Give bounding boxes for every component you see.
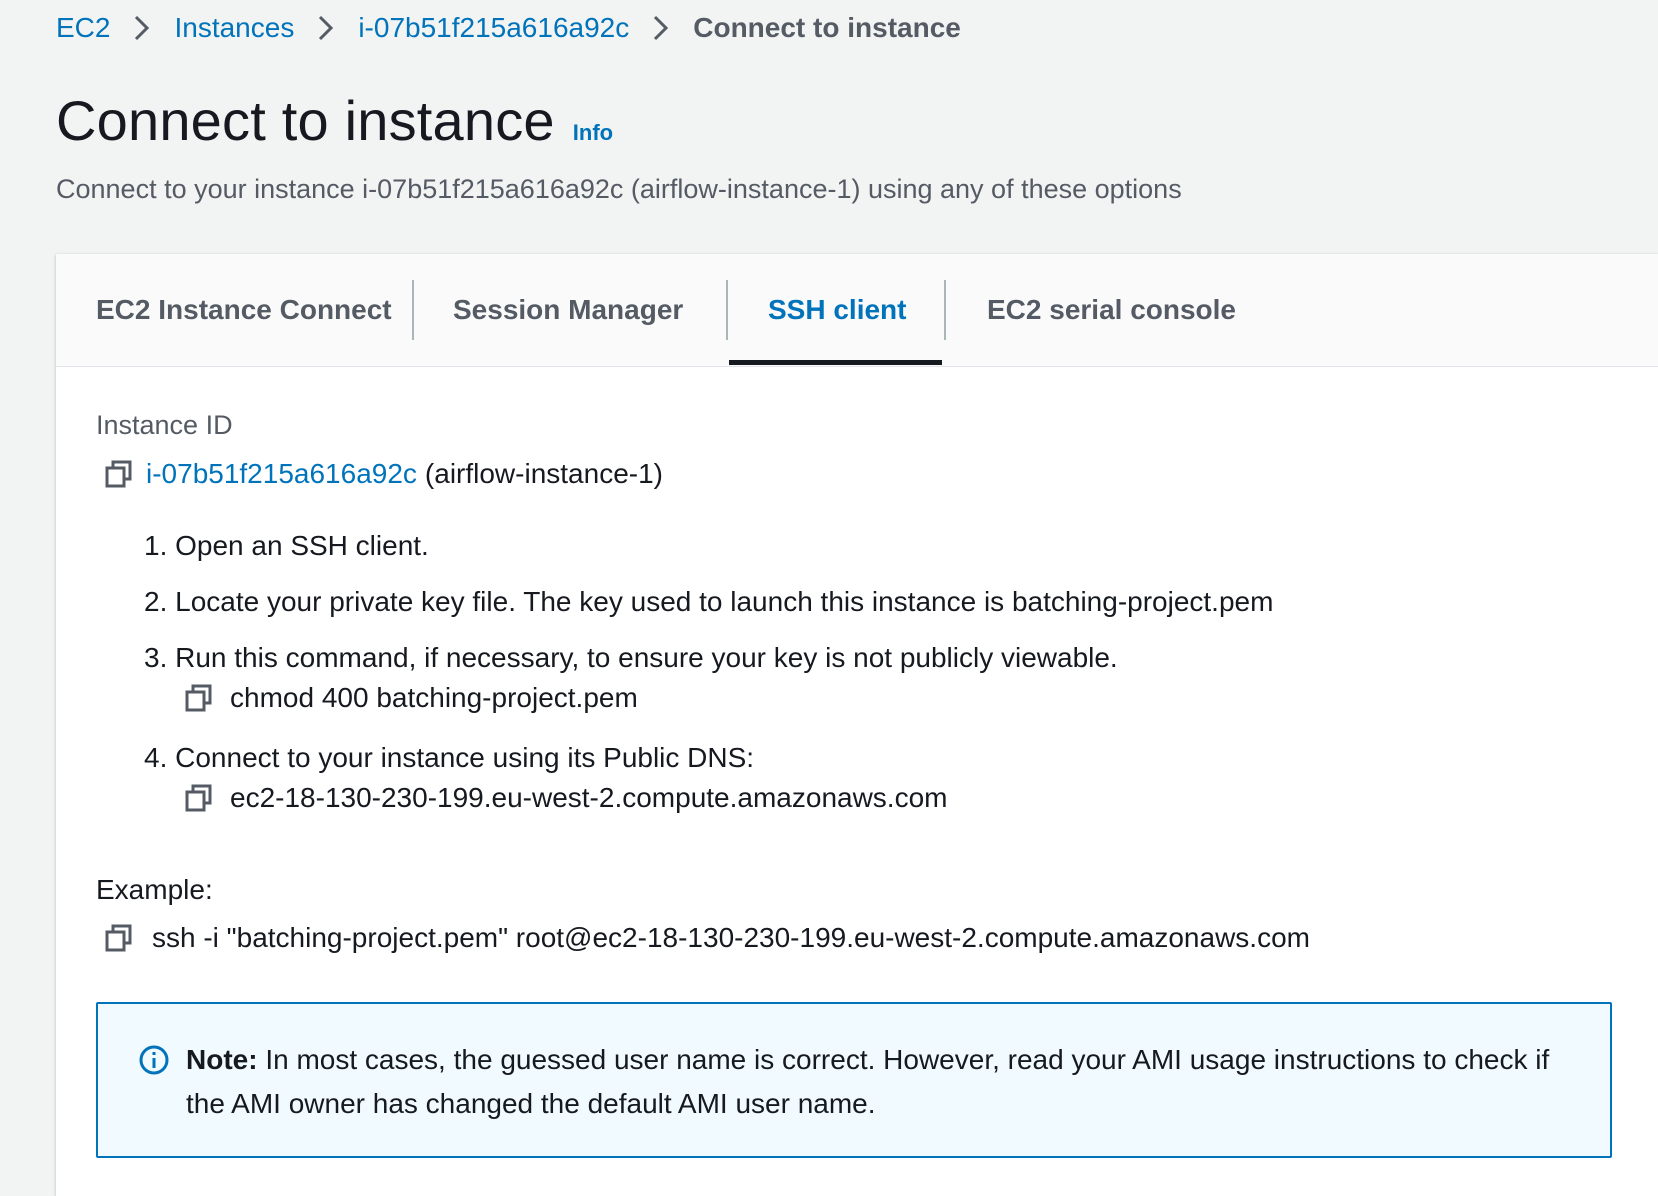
public-dns: ec2-18-130-230-199.eu-west-2.compute.ama… [230, 782, 948, 813]
info-circle-icon [138, 1044, 170, 1076]
instance-id-label: Instance ID [96, 410, 233, 440]
public-dns-row: ec2-18-130-230-199.eu-west-2.compute.ama… [184, 782, 948, 814]
breadcrumb: EC2 Instances i-07b51f215a616a92c Connec… [56, 8, 961, 48]
chevron-right-icon [629, 8, 693, 48]
step-2: 2. Locate your private key file. The key… [144, 586, 1274, 617]
tab-ec2-instance-connect[interactable]: EC2 Instance Connect [96, 254, 392, 366]
breadcrumb-instance-id[interactable]: i-07b51f215a616a92c [358, 12, 629, 44]
instance-id-row: i-07b51f215a616a92c (airflow-instance-1) [104, 458, 663, 490]
breadcrumb-instances[interactable]: Instances [174, 12, 294, 44]
chevron-right-icon [110, 8, 174, 48]
copy-icon[interactable] [184, 683, 214, 713]
active-tab-indicator [729, 360, 942, 365]
connect-panel: EC2 Instance Connect Session Manager SSH… [56, 254, 1658, 1196]
tab-divider [944, 280, 946, 340]
page-title: Connect to instance [56, 89, 555, 152]
page-header: Connect to instance Info [56, 88, 613, 153]
note-body: In most cases, the guessed user name is … [186, 1044, 1550, 1119]
tab-bar: EC2 Instance Connect Session Manager SSH… [56, 254, 1658, 367]
copy-icon[interactable] [104, 923, 134, 953]
copy-icon[interactable] [104, 459, 134, 489]
chmod-command: chmod 400 batching-project.pem [230, 682, 638, 713]
step-1: 1. Open an SSH client. [144, 530, 429, 561]
tab-session-manager[interactable]: Session Manager [453, 254, 683, 366]
step-4: 4. Connect to your instance using its Pu… [144, 742, 755, 773]
breadcrumb-ec2[interactable]: EC2 [56, 12, 110, 44]
page-subtitle: Connect to your instance i-07b51f215a616… [56, 174, 1182, 204]
example-command: ssh -i "batching-project.pem" root@ec2-1… [152, 922, 1310, 953]
copy-icon[interactable] [184, 783, 214, 813]
tab-divider [412, 280, 414, 340]
example-command-row: ssh -i "batching-project.pem" root@ec2-1… [104, 922, 1310, 954]
info-link[interactable]: Info [573, 120, 613, 146]
step-3: 3. Run this command, if necessary, to en… [144, 642, 1118, 673]
instance-name: (airflow-instance-1) [424, 458, 663, 489]
chevron-right-icon [294, 8, 358, 48]
breadcrumb-current: Connect to instance [693, 12, 961, 43]
tab-ec2-serial-console[interactable]: EC2 serial console [987, 254, 1236, 366]
note-prefix: Note: [186, 1044, 258, 1075]
tab-divider [726, 280, 728, 340]
example-label: Example: [96, 874, 213, 905]
chmod-command-row: chmod 400 batching-project.pem [184, 682, 638, 714]
instance-id-link[interactable]: i-07b51f215a616a92c [146, 458, 417, 490]
tab-ssh-client[interactable]: SSH client [768, 254, 906, 366]
note-alert: Note: In most cases, the guessed user na… [96, 1002, 1612, 1158]
note-text: Note: In most cases, the guessed user na… [186, 1038, 1586, 1126]
